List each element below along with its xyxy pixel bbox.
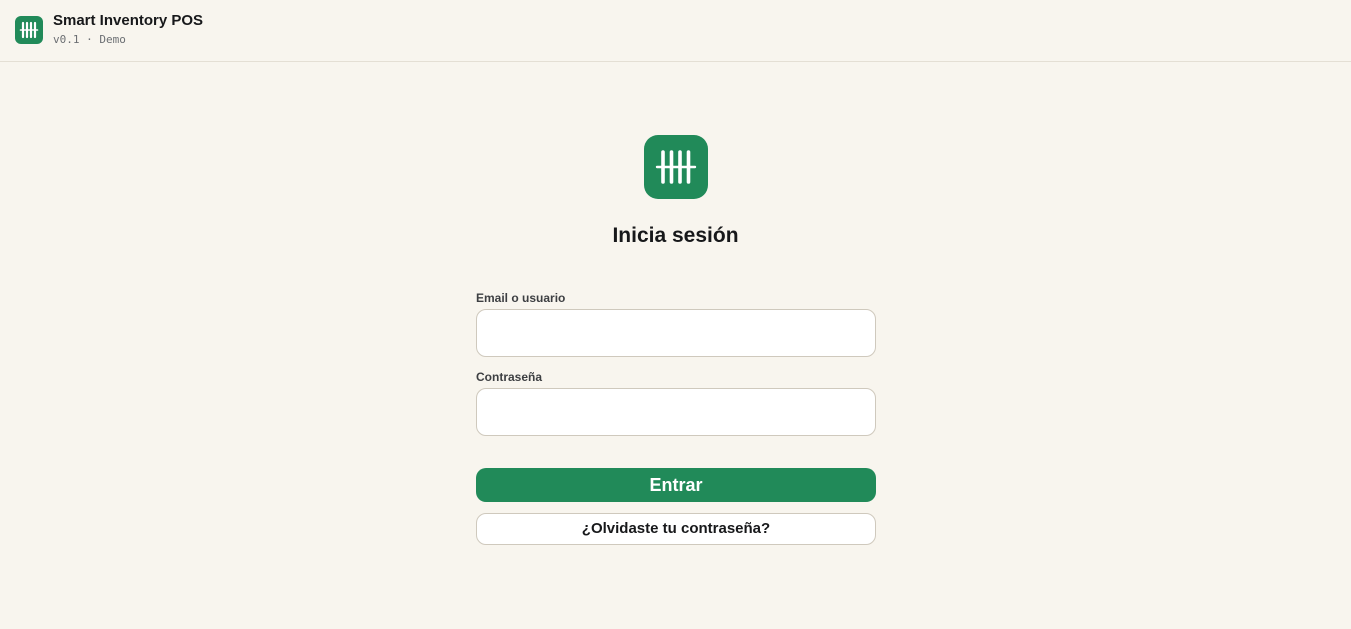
email-label: Email o usuario [476, 291, 566, 305]
email-input[interactable] [476, 309, 876, 357]
page-title: Inicia sesión [612, 224, 739, 247]
app-version: v0.1 · Demo [53, 33, 126, 46]
app-header: Smart Inventory POS v0.1 · Demo [0, 0, 1351, 62]
password-input[interactable] [476, 388, 876, 436]
password-label: Contraseña [476, 370, 543, 384]
forgot-password-button[interactable]: ¿Olvidaste tu contraseña? [476, 513, 876, 545]
app-title: Smart Inventory POS [53, 12, 204, 29]
submit-button[interactable]: Entrar [476, 468, 876, 502]
barcode-icon [15, 16, 43, 44]
barcode-icon [644, 135, 708, 199]
